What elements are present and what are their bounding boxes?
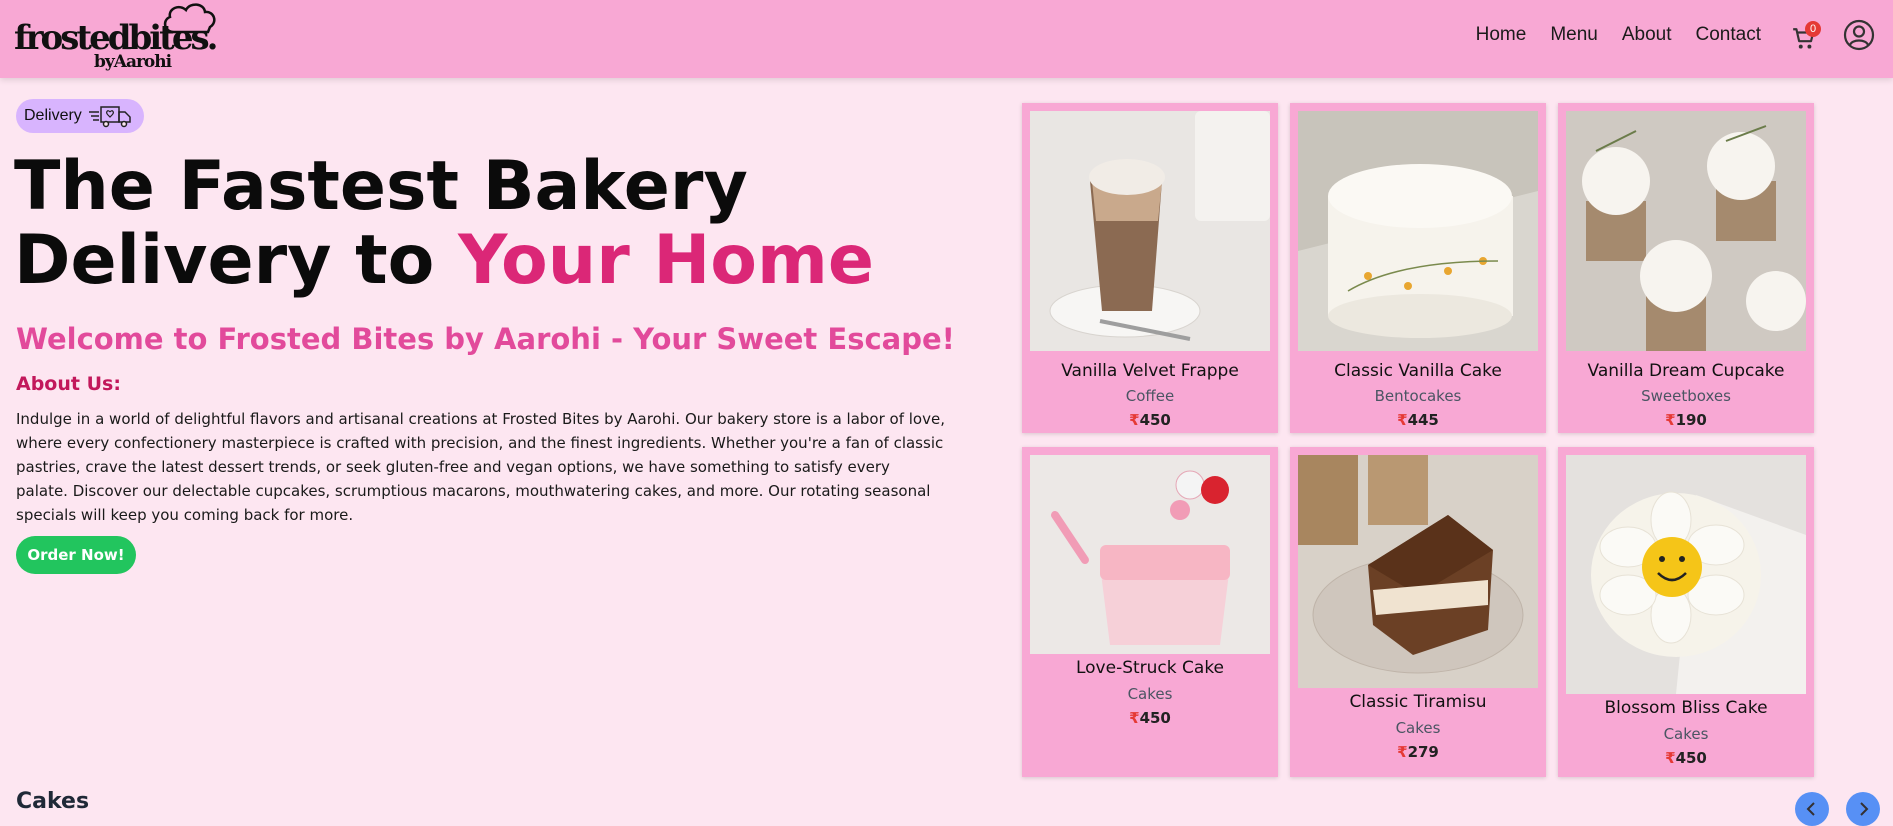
- section-title-cakes: Cakes: [16, 789, 90, 814]
- delivery-truck-icon: [88, 106, 131, 128]
- product-category: Cakes: [1395, 719, 1441, 737]
- hero-title-line1: The Fastest Bakery: [14, 147, 748, 226]
- product-category: Coffee: [1125, 387, 1175, 405]
- product-card[interactable]: Vanilla Dream Cupcake Sweetboxes ₹190: [1558, 103, 1814, 433]
- product-price: ₹279: [1290, 743, 1546, 761]
- product-card[interactable]: Love-Struck Cake Cakes ₹450: [1022, 447, 1278, 777]
- product-name: Classic Tiramisu: [1349, 692, 1487, 712]
- site-header: frostedbites. byAarohi Home Menu About C…: [0, 0, 1893, 78]
- product-category: Cakes: [1663, 725, 1709, 743]
- product-price: ₹445: [1290, 411, 1546, 429]
- carousel-prev-button[interactable]: [1795, 792, 1829, 826]
- product-category: Cakes: [1127, 685, 1173, 703]
- delivery-label: Delivery: [24, 107, 82, 124]
- product-card[interactable]: Vanilla Velvet Frappe Coffee ₹450: [1022, 103, 1278, 433]
- chevron-right-icon: [1860, 802, 1869, 816]
- product-card[interactable]: Blossom Bliss Cake Cakes ₹450: [1558, 447, 1814, 777]
- currency-symbol: ₹: [1665, 411, 1676, 429]
- order-now-button[interactable]: Order Now!: [16, 536, 136, 574]
- user-profile-icon[interactable]: [1843, 19, 1875, 51]
- product-category: Sweetboxes: [1641, 387, 1731, 405]
- product-card[interactable]: Classic Tiramisu Cakes ₹279: [1290, 447, 1546, 777]
- about-heading: About Us:: [16, 373, 121, 395]
- price-value: 445: [1407, 411, 1439, 429]
- product-name: Classic Vanilla Cake: [1334, 361, 1502, 381]
- price-value: 190: [1675, 411, 1707, 429]
- nav-about[interactable]: About: [1622, 24, 1672, 46]
- currency-symbol: ₹: [1129, 709, 1140, 727]
- nav-menu[interactable]: Menu: [1550, 24, 1598, 46]
- currency-symbol: ₹: [1665, 749, 1676, 767]
- currency-symbol: ₹: [1129, 411, 1140, 429]
- price-value: 450: [1675, 749, 1707, 767]
- chef-hat-icon: [163, 3, 216, 34]
- nav-contact[interactable]: Contact: [1696, 24, 1761, 46]
- chevron-left-icon: [1806, 802, 1815, 816]
- logo-subtitle: byAarohi: [94, 52, 172, 72]
- hero-title-plain: Delivery to: [14, 221, 459, 300]
- currency-symbol: ₹: [1397, 411, 1408, 429]
- product-name: Blossom Bliss Cake: [1604, 698, 1768, 718]
- product-image-frappe: [1030, 111, 1270, 351]
- product-image-vanilla-cake: [1298, 111, 1538, 351]
- product-price: ₹450: [1558, 749, 1814, 767]
- hero-title-line2: Delivery to Your Home: [14, 224, 874, 298]
- product-image-tiramisu: [1298, 455, 1538, 688]
- welcome-subtitle: Welcome to Frosted Bites by Aarohi - You…: [16, 322, 955, 356]
- hero-title-accent: Your Home: [458, 221, 874, 300]
- nav-home[interactable]: Home: [1476, 24, 1527, 46]
- cart-count-badge: 0: [1805, 21, 1821, 37]
- product-card[interactable]: Classic Vanilla Cake Bentocakes ₹445: [1290, 103, 1546, 433]
- main-nav: Home Menu About Contact 0: [1476, 0, 1893, 70]
- product-image-love-struck: [1030, 455, 1270, 654]
- site-logo[interactable]: frostedbites. byAarohi: [14, 2, 218, 76]
- product-name: Vanilla Velvet Frappe: [1061, 361, 1239, 381]
- product-image-cupcakes: [1566, 111, 1806, 351]
- currency-symbol: ₹: [1397, 743, 1408, 761]
- product-image-blossom: [1566, 455, 1806, 694]
- product-name: Vanilla Dream Cupcake: [1587, 361, 1785, 381]
- delivery-badge: Delivery: [16, 99, 144, 133]
- product-price: ₹450: [1022, 709, 1278, 727]
- price-value: 450: [1139, 411, 1171, 429]
- hero-title: The Fastest Bakery Delivery to Your Home: [14, 150, 874, 298]
- product-price: ₹450: [1022, 411, 1278, 429]
- cart-button[interactable]: 0: [1791, 20, 1821, 50]
- about-paragraph: Indulge in a world of delightful flavors…: [16, 410, 945, 524]
- product-price: ₹190: [1558, 411, 1814, 429]
- product-category: Bentocakes: [1374, 387, 1462, 405]
- product-name: Love-Struck Cake: [1075, 658, 1225, 678]
- carousel-next-button[interactable]: [1846, 792, 1880, 826]
- price-value: 279: [1407, 743, 1439, 761]
- price-value: 450: [1139, 709, 1171, 727]
